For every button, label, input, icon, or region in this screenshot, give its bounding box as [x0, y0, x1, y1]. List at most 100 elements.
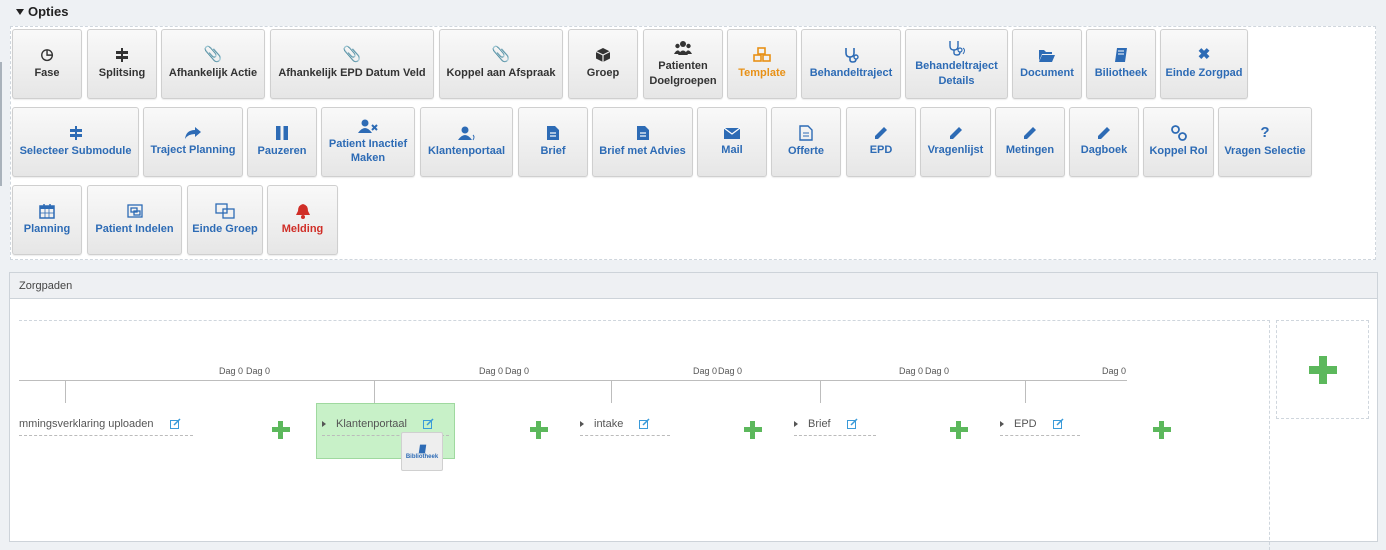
pause-icon — [276, 126, 288, 141]
question-icon: ? — [1260, 124, 1270, 142]
behandeltraject-details-button[interactable]: Behandeltraject Details — [905, 29, 1008, 99]
einde-zorgpad-button[interactable]: ✖ Einde Zorgpad — [1160, 29, 1248, 99]
signpost-icon — [116, 48, 128, 63]
paperclip-icon: 📎 — [491, 46, 511, 64]
melding-button[interactable]: Melding — [267, 185, 338, 255]
zorgpad-step[interactable]: Brief — [794, 412, 876, 436]
opties-title: Opties — [28, 4, 69, 19]
splitsing-button[interactable]: Splitsing — [87, 29, 157, 99]
biliotheek-button[interactable]: Biliotheek — [1086, 29, 1156, 99]
bell-icon — [295, 204, 310, 220]
document-button[interactable]: Document — [1012, 29, 1082, 99]
paperclip-icon: 📎 — [342, 46, 362, 64]
metingen-button[interactable]: Metingen — [995, 107, 1065, 177]
step-label: mmingsverklaring uploaden — [19, 417, 154, 430]
day-label: Dag 0 — [693, 366, 718, 376]
day-label: Dag 0 — [899, 366, 924, 376]
stethoscope-icon — [948, 41, 965, 56]
file-text-icon — [547, 126, 559, 141]
day-label: Dag 0 — [718, 366, 743, 376]
timeline-tick — [374, 381, 375, 403]
timeline-axis — [19, 380, 1127, 381]
users-icon — [674, 41, 692, 56]
edit-icon[interactable] — [422, 418, 434, 429]
file-outline-icon — [799, 125, 813, 142]
edit-icon[interactable] — [846, 418, 858, 429]
stethoscope-icon — [845, 48, 859, 64]
behandeltraject-button[interactable]: Behandeltraject — [801, 29, 901, 99]
pencil-icon — [949, 127, 962, 140]
patient-inactief-maken-button[interactable]: Patient Inactief Maken — [321, 107, 415, 177]
brief-met-advies-button[interactable]: Brief met Advies — [592, 107, 693, 177]
step-label: Brief — [808, 417, 831, 430]
template-button[interactable]: Template — [727, 29, 797, 99]
zorgpad-step[interactable]: intake — [580, 412, 670, 436]
pauzeren-button[interactable]: Pauzeren — [247, 107, 317, 177]
vragen-selectie-button[interactable]: ? Vragen Selectie — [1218, 107, 1312, 177]
file-text-icon — [636, 126, 649, 141]
add-step-plus-icon[interactable] — [744, 421, 762, 439]
caret-right-icon[interactable] — [322, 420, 326, 427]
zorgpaden-header: Zorgpaden — [10, 273, 1377, 299]
user-portal-icon — [457, 126, 474, 141]
traject-planning-button[interactable]: Traject Planning — [143, 107, 243, 177]
pencil-icon — [875, 127, 887, 140]
dagboek-button[interactable]: Dagboek — [1069, 107, 1139, 177]
add-step-plus-icon[interactable] — [1153, 421, 1171, 439]
share-icon — [185, 127, 201, 140]
offerte-button[interactable]: Offerte — [771, 107, 841, 177]
add-step-plus-icon[interactable] — [950, 421, 968, 439]
timeline-tick — [65, 381, 66, 403]
day-label: Dag 0 — [479, 366, 504, 376]
koppel-rol-button[interactable]: Koppel Rol — [1143, 107, 1214, 177]
planning-button[interactable]: Planning — [12, 185, 82, 255]
caret-right-icon[interactable] — [580, 420, 584, 427]
caret-right-icon[interactable] — [1000, 420, 1004, 427]
zorgpaden-title: Zorgpaden — [19, 280, 73, 292]
edit-icon[interactable] — [169, 418, 181, 429]
zorgpaden-panel: Zorgpaden — [9, 272, 1378, 550]
day-label: Dag 0 — [246, 366, 271, 376]
add-step-plus-icon[interactable] — [272, 421, 290, 439]
book-icon — [418, 444, 426, 453]
edit-icon[interactable] — [1052, 418, 1064, 429]
zorgpad-step[interactable]: mmingsverklaring uploaden — [19, 412, 193, 436]
vragenlijst-button[interactable]: Vragenlijst — [920, 107, 991, 177]
envelope-icon — [723, 127, 741, 139]
koppel-aan-afspraak-button[interactable]: 📎 Koppel aan Afspraak — [439, 29, 563, 99]
user-times-icon — [358, 119, 378, 133]
patient-indelen-button[interactable]: Patient Indelen — [87, 185, 182, 255]
add-step-plus-icon[interactable] — [530, 421, 548, 439]
afhankelijk-epd-datum-veld-button[interactable]: 📎 Afhankelijk EPD Datum Veld — [270, 29, 434, 99]
fase-button[interactable]: ◷ Fase — [12, 29, 82, 99]
badge-label: Bibliotheek — [405, 453, 439, 460]
calendar-icon — [39, 204, 55, 220]
plus-icon — [1308, 355, 1337, 384]
day-label: Dag 0 — [925, 366, 950, 376]
timeline-tick — [820, 381, 821, 403]
mail-button[interactable]: Mail — [697, 107, 767, 177]
timeline-tick — [611, 381, 612, 403]
opties-toggle[interactable]: Opties — [16, 4, 68, 19]
selecteer-submodule-button[interactable]: Selecteer Submodule — [12, 107, 139, 177]
add-zorgpad-button[interactable] — [1276, 320, 1369, 419]
bibliotheek-badge[interactable]: Bibliotheek — [401, 432, 443, 471]
left-splitter[interactable] — [0, 62, 2, 186]
afhankelijk-actie-button[interactable]: 📎 Afhankelijk Actie — [161, 29, 265, 99]
step-label: intake — [594, 417, 624, 430]
object-ungroup-icon — [215, 203, 235, 219]
object-group-icon — [126, 204, 143, 218]
klantenportaal-button[interactable]: Klantenportaal — [420, 107, 513, 177]
brief-button[interactable]: Brief — [518, 107, 588, 177]
book-icon — [1115, 48, 1127, 63]
caret-right-icon[interactable] — [794, 420, 798, 427]
clock-icon: ◷ — [40, 46, 54, 64]
patienten-doelgroepen-button[interactable]: Patienten Doelgroepen — [643, 29, 723, 99]
edit-icon[interactable] — [639, 418, 650, 429]
zorgpad-step[interactable]: EPD — [1000, 412, 1080, 436]
pencil-icon — [1024, 127, 1036, 140]
groep-button[interactable]: Groep — [568, 29, 638, 99]
day-label: Dag 0 — [1102, 366, 1127, 376]
epd-button[interactable]: EPD — [846, 107, 916, 177]
einde-groep-button[interactable]: Einde Groep — [187, 185, 263, 255]
